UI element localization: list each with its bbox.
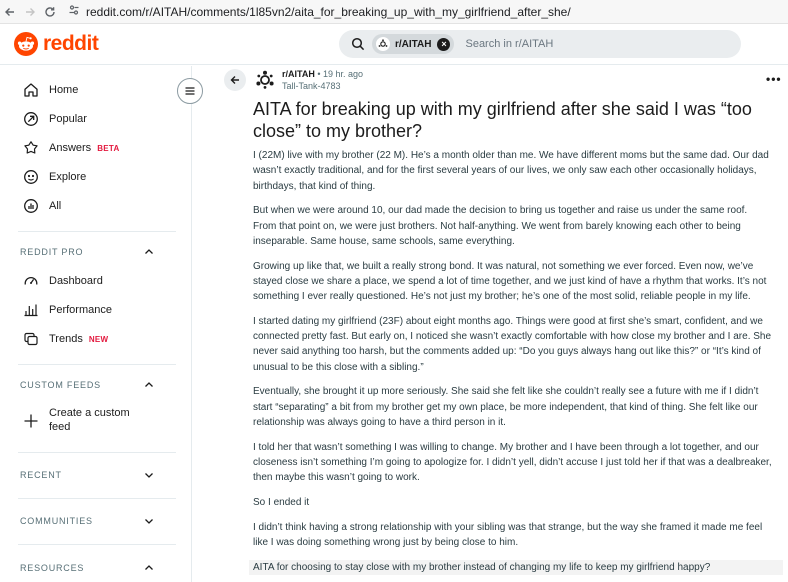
subreddit-link[interactable]: r/AITAH <box>282 69 315 79</box>
post-paragraph: But when we were around 10, our dad made… <box>253 205 748 247</box>
post-paragraph: I (22M) live with my brother (22 M). He’… <box>253 150 769 192</box>
post-paragraph: Eventually, she brought it up more serio… <box>253 386 759 429</box>
left-sidebar: Home Popular Answers BETA Explore All RE… <box>0 66 192 582</box>
aitah-avatar-icon <box>376 37 390 51</box>
section-reddit-pro[interactable]: REDDIT PRO <box>20 245 154 259</box>
arrow-left-icon <box>230 76 239 84</box>
search-chip-label: r/AITAH <box>395 38 432 50</box>
browser-toolbar: reddit.com/r/AITAH/comments/1l85vn2/aita… <box>0 0 788 24</box>
chevron-down-icon <box>144 470 154 480</box>
meta-separator: • <box>317 69 321 79</box>
sidebar-item-trends[interactable]: Trends NEW <box>22 329 108 349</box>
sidebar-divider <box>18 498 176 499</box>
sidebar-item-popular[interactable]: Popular <box>22 109 87 129</box>
sidebar-item-performance[interactable]: Performance <box>22 300 112 320</box>
url-text[interactable]: reddit.com/r/AITAH/comments/1l85vn2/aita… <box>86 5 571 19</box>
sidebar-item-answers[interactable]: Answers BETA <box>22 138 120 158</box>
dashboard-icon <box>22 272 40 290</box>
subreddit-avatar[interactable] <box>255 70 275 90</box>
sidebar-item-all[interactable]: All <box>22 196 61 216</box>
new-badge: NEW <box>88 334 109 344</box>
aitah-logo-icon <box>256 70 274 89</box>
explore-icon <box>22 168 40 186</box>
search-bar[interactable]: r/AITAH × Search in r/AITAH <box>339 30 741 58</box>
home-icon <box>22 81 40 99</box>
chevron-up-icon <box>144 380 154 390</box>
arrow-right-icon[interactable] <box>20 0 40 24</box>
reload-icon[interactable] <box>40 0 60 24</box>
search-icon <box>351 37 365 51</box>
section-custom-feeds[interactable]: CUSTOM FEEDS <box>20 378 154 392</box>
post-title: AITA for breaking up with my girlfriend … <box>253 99 752 141</box>
chevron-up-icon <box>144 563 154 573</box>
post-timestamp: 19 hr. ago <box>323 69 364 79</box>
reddit-logo-icon <box>14 32 38 56</box>
subreddit-search-chip[interactable]: r/AITAH × <box>372 34 455 54</box>
post-paragraph: Growing up like that, we built a really … <box>253 260 767 303</box>
chevron-up-icon <box>144 247 154 257</box>
sidebar-divider <box>18 364 176 365</box>
plus-icon <box>22 412 40 430</box>
post-paragraph: AITA for choosing to stay close with my … <box>249 559 783 575</box>
sidebar-divider <box>18 452 176 453</box>
site-info-icon[interactable] <box>68 3 80 21</box>
chevron-down-icon <box>144 516 154 526</box>
reddit-logo[interactable]: reddit <box>14 32 99 56</box>
post-paragraph: I started dating my girlfriend (23F) abo… <box>253 315 772 373</box>
trends-icon <box>22 330 40 348</box>
site-header: reddit r/AITAH × Search in r/AITAH <box>0 24 788 65</box>
performance-icon <box>22 301 40 319</box>
chip-close-icon[interactable]: × <box>437 37 451 51</box>
section-recent[interactable]: RECENT <box>20 468 154 482</box>
back-button[interactable] <box>224 69 246 91</box>
search-input[interactable]: Search in r/AITAH <box>465 38 553 50</box>
arrow-left-icon[interactable] <box>0 0 20 24</box>
sidebar-divider <box>18 231 176 232</box>
post-paragraph: So I ended it <box>253 496 310 508</box>
sidebar-item-home[interactable]: Home <box>22 80 78 100</box>
more-options-icon[interactable]: ••• <box>766 72 782 86</box>
sidebar-item-dashboard[interactable]: Dashboard <box>22 271 103 291</box>
menu-icon <box>185 87 195 95</box>
section-communities[interactable]: COMMUNITIES <box>20 514 154 528</box>
author-link[interactable]: Tall-Tank-4783 <box>282 81 363 91</box>
reddit-wordmark: reddit <box>43 32 99 55</box>
all-icon <box>22 197 40 215</box>
sidebar-divider <box>18 544 176 545</box>
collapse-sidebar-button[interactable] <box>177 78 203 104</box>
beta-badge: BETA <box>97 143 120 153</box>
popular-icon <box>22 110 40 128</box>
post-body: I (22M) live with my brother (22 M). He’… <box>249 148 783 582</box>
post-meta: r/AITAH • 19 hr. ago Tall-Tank-4783 <box>282 69 363 91</box>
create-feed-label: Create a custom feed <box>49 407 130 433</box>
section-resources[interactable]: RESOURCES <box>20 561 154 575</box>
create-custom-feed-button[interactable]: Create a custom feed <box>22 406 130 436</box>
post-paragraph: I told her that wasn’t something I was w… <box>253 441 772 484</box>
answers-icon <box>22 139 40 157</box>
sidebar-item-explore[interactable]: Explore <box>22 167 86 187</box>
post-paragraph: I didn’t think having a strong relations… <box>253 521 763 548</box>
address-bar[interactable]: reddit.com/r/AITAH/comments/1l85vn2/aita… <box>68 3 571 21</box>
